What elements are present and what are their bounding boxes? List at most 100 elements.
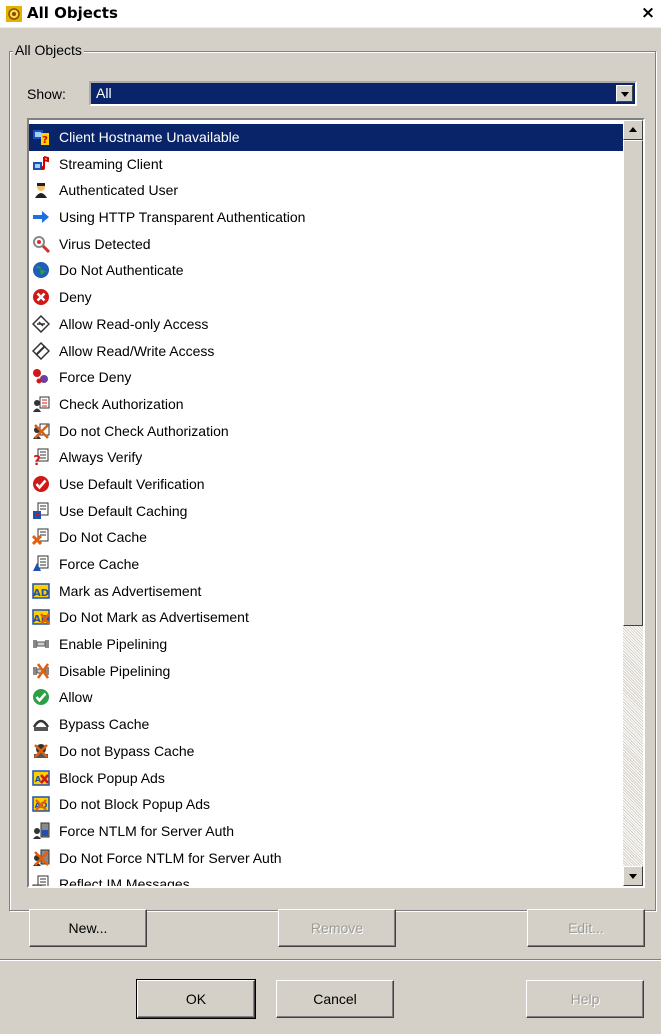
objects-list-items: ? Client Hostname Unavailable Streaming Cl… <box>29 124 623 888</box>
list-item[interactable]: AD Do not Block Popup Ads <box>29 791 623 818</box>
list-item-label: Do Not Force NTLM for Server Auth <box>59 849 282 866</box>
list-item-label: Using HTTP Transparent Authentication <box>59 209 306 226</box>
list-item[interactable]: Deny <box>29 284 623 311</box>
bypass-cache-icon <box>32 719 50 732</box>
new-button[interactable]: New... <box>29 909 147 947</box>
list-item-label: Force Cache <box>59 556 140 572</box>
scroll-up-button[interactable] <box>623 120 643 140</box>
list-item[interactable]: Allow <box>29 684 623 711</box>
show-dropdown[interactable]: All <box>89 81 637 106</box>
list-item[interactable]: AD Mark as Advertisement <box>29 578 623 605</box>
list-item[interactable]: Force Cache <box>29 551 623 578</box>
list-item-label: Disable Pipelining <box>59 662 171 679</box>
check-authorization-icon <box>33 396 50 412</box>
window-title: All Objects <box>27 4 118 22</box>
list-item-label: Do not Block Popup Ads <box>59 796 210 813</box>
list-item[interactable]: Bypass Cache <box>29 711 623 738</box>
list-item[interactable]: ? Always Verify <box>29 444 623 471</box>
svg-text:AD: AD <box>33 588 49 599</box>
red-check-icon <box>33 475 49 492</box>
list-item-label: Allow <box>59 689 93 706</box>
no-check-authorization-icon <box>33 423 50 439</box>
list-item[interactable]: Use Default Verification <box>29 471 623 498</box>
list-item-label: Check Authorization <box>59 395 184 412</box>
list-item-label: Streaming Client <box>59 155 163 172</box>
list-item[interactable]: Streaming Client <box>29 151 623 178</box>
pipeline-icon <box>33 640 49 649</box>
dialog-separator <box>0 959 661 961</box>
list-item[interactable]: Virus Detected <box>29 231 623 258</box>
deny-x-icon <box>33 289 49 306</box>
list-item-label: Client Hostname Unavailable <box>59 129 240 145</box>
client-hostname-unavailable-icon: ? <box>33 130 49 146</box>
list-item[interactable]: Allow Read/Write Access <box>29 338 623 365</box>
no-cache-icon <box>32 528 49 546</box>
im-messages-icon <box>32 875 49 886</box>
block-popup-icon: A <box>32 769 50 786</box>
list-item-label: Allow Read-only Access <box>59 315 209 332</box>
list-item[interactable]: ? Client Hostname Unavailable <box>29 124 623 151</box>
cancel-button[interactable]: Cancel <box>276 980 394 1018</box>
list-item-label: Do Not Mark as Advertisement <box>59 609 249 626</box>
list-item-label: Enable Pipelining <box>59 636 168 653</box>
list-item[interactable]: Authenticated User <box>29 177 623 204</box>
list-scrollbar[interactable] <box>623 120 643 886</box>
list-item-label: Use Default Caching <box>59 502 188 519</box>
list-item[interactable]: Use Default Caching <box>29 498 623 525</box>
objects-list[interactable]: ? Client Hostname Unavailable Streaming Cl… <box>27 118 645 888</box>
list-item-label: Do not Check Authorization <box>59 422 229 439</box>
list-item[interactable]: Check Authorization <box>29 391 623 418</box>
help-button[interactable]: Help <box>526 980 644 1018</box>
list-item[interactable]: Do not Check Authorization <box>29 418 623 445</box>
list-item[interactable]: Force NTLM for Server Auth <box>29 818 623 845</box>
ad-icon: AD <box>32 582 50 599</box>
no-block-popup-icon: AD <box>32 796 50 812</box>
virus-magnifier-icon <box>33 235 50 253</box>
read-only-icon <box>32 314 50 333</box>
list-item[interactable]: Allow Read-only Access <box>29 311 623 338</box>
list-item-label: Deny <box>59 289 92 306</box>
green-check-icon <box>33 689 49 706</box>
remove-button[interactable]: Remove <box>278 909 396 947</box>
list-item[interactable]: Do Not Cache <box>29 524 623 551</box>
list-item-label: Do not Bypass Cache <box>59 742 195 759</box>
read-write-icon <box>32 341 50 360</box>
list-item[interactable]: Do Not Authenticate <box>29 257 623 284</box>
show-dropdown-arrow[interactable] <box>616 85 633 102</box>
title-bar: All Objects × <box>0 0 661 28</box>
blue-arrow-icon <box>33 211 49 224</box>
list-item-label: Use Default Verification <box>59 475 205 492</box>
no-ad-icon: AD <box>32 609 50 625</box>
list-item-label: Mark as Advertisement <box>59 582 202 599</box>
list-item-label: Block Popup Ads <box>59 769 165 786</box>
default-caching-icon <box>33 502 49 519</box>
show-dropdown-value: All <box>96 85 112 101</box>
always-verify-icon: ? <box>33 448 49 466</box>
svg-text:?: ? <box>33 454 41 466</box>
scroll-thumb[interactable] <box>623 140 643 626</box>
list-item[interactable]: AD Do Not Mark as Advertisement <box>29 604 623 631</box>
show-label: Show: <box>27 86 66 102</box>
list-item[interactable]: Force Deny <box>29 364 623 391</box>
globe-icon <box>33 262 49 279</box>
list-item[interactable]: Disable Pipelining <box>29 658 623 685</box>
group-label: All Objects <box>13 42 84 58</box>
edit-button[interactable]: Edit... <box>527 909 645 947</box>
list-item-label: Reflect IM Messages <box>59 876 190 888</box>
list-item[interactable]: Reflect IM Messages <box>29 871 623 888</box>
force-deny-icon <box>33 369 48 384</box>
list-item-label: Do Not Authenticate <box>59 262 184 279</box>
list-item[interactable]: Using HTTP Transparent Authentication <box>29 204 623 231</box>
ok-button[interactable]: OK <box>136 979 256 1019</box>
force-cache-icon <box>33 555 49 571</box>
streaming-client-icon <box>33 155 49 170</box>
list-item-label: Authenticated User <box>59 182 179 199</box>
scroll-down-button[interactable] <box>623 866 643 886</box>
list-item[interactable]: A Block Popup Ads <box>29 765 623 792</box>
list-item-label: Force NTLM for Server Auth <box>59 822 235 839</box>
list-item-label: Allow Read/Write Access <box>59 342 215 359</box>
list-item[interactable]: Enable Pipelining <box>29 631 623 658</box>
list-item[interactable]: Do not Bypass Cache <box>29 738 623 765</box>
list-item[interactable]: Do Not Force NTLM for Server Auth <box>29 845 623 872</box>
close-button[interactable]: × <box>638 4 658 24</box>
